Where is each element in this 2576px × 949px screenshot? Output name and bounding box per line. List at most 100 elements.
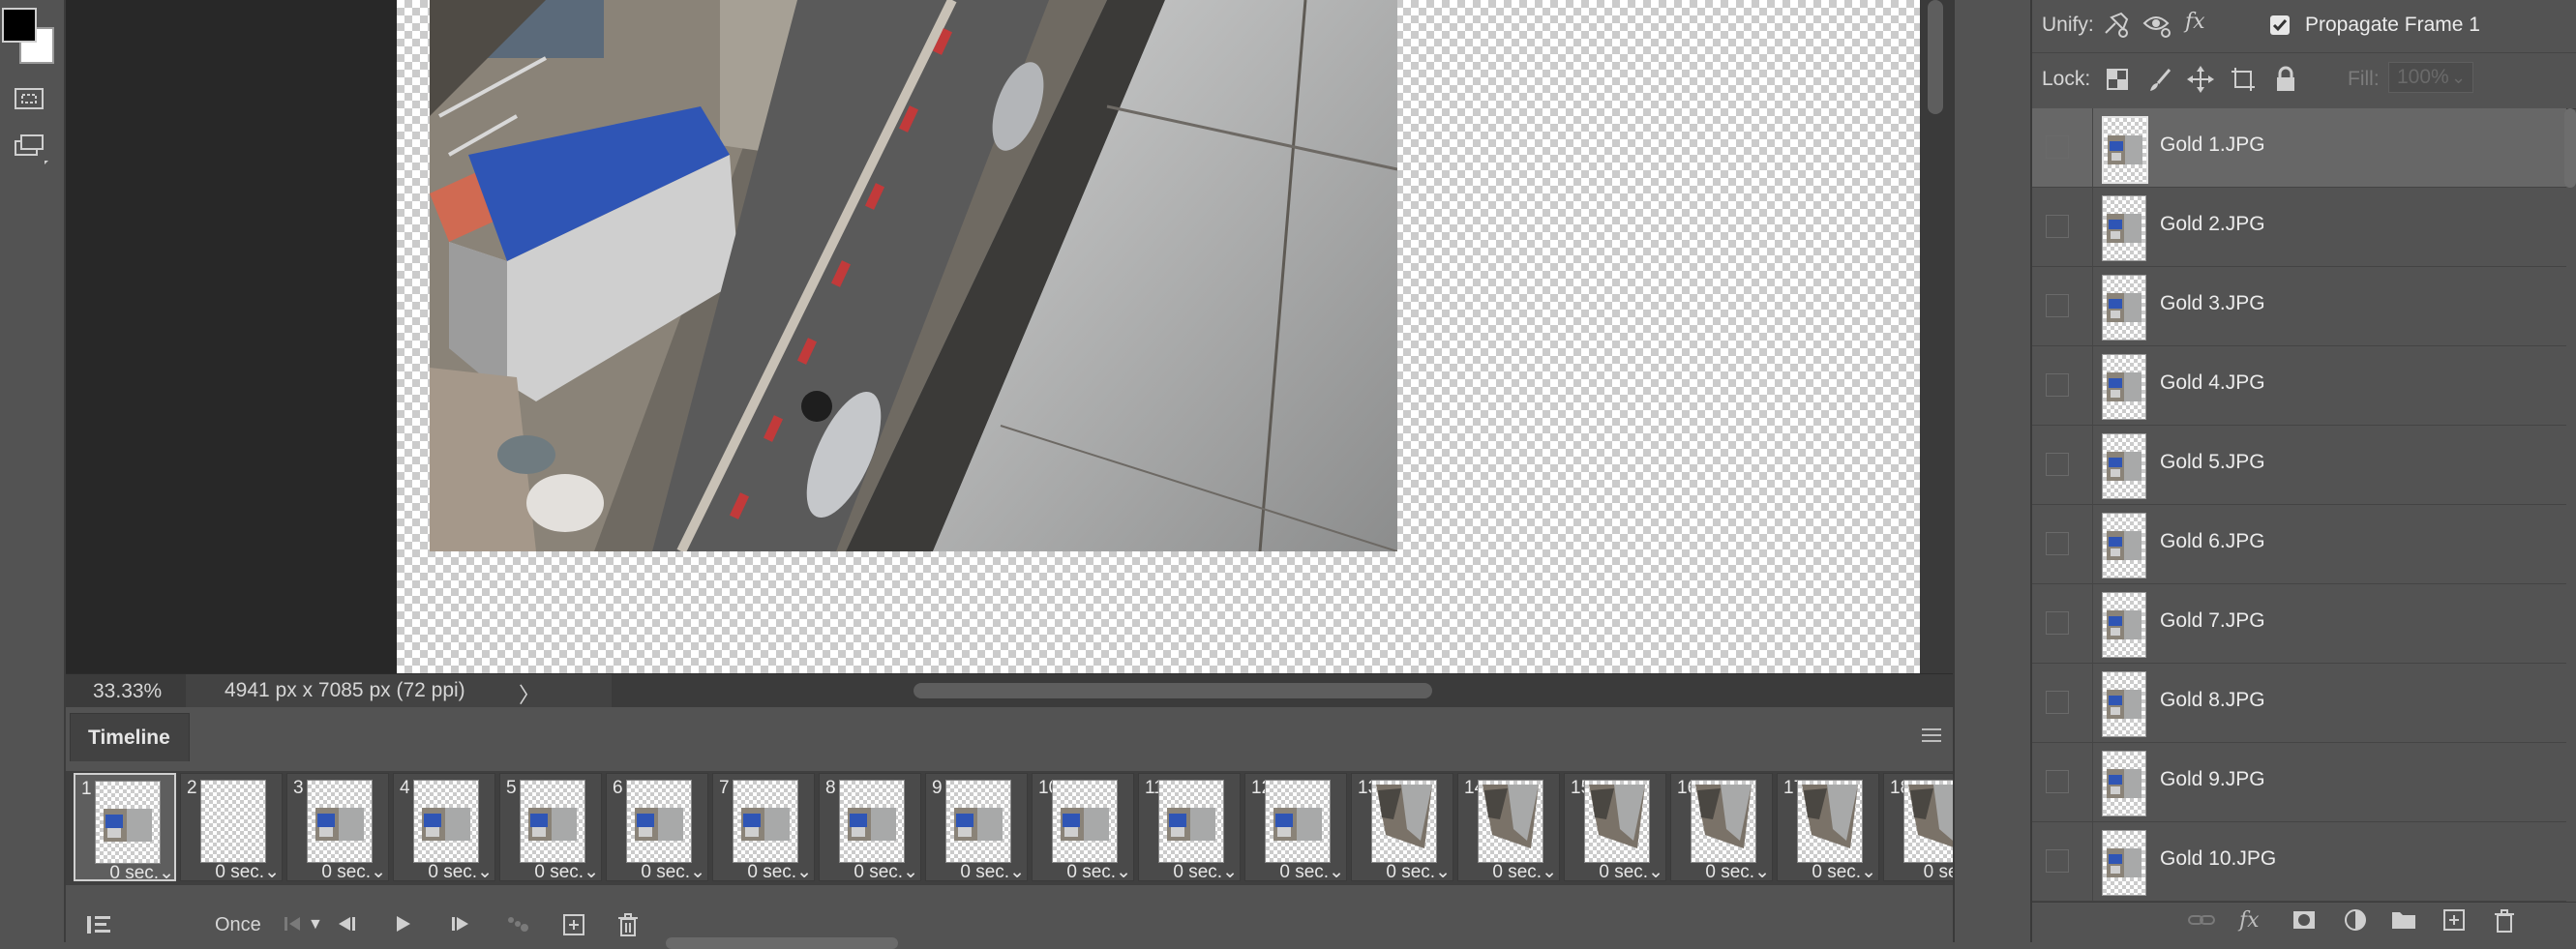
layer-name[interactable]: Gold 2.JPG bbox=[2160, 213, 2265, 236]
frame-delay-select[interactable]: 0 sec.⌄ bbox=[1458, 861, 1559, 883]
timeline-frame[interactable]: 12 0 sec.⌄ bbox=[1244, 773, 1347, 883]
panel-divider[interactable] bbox=[1953, 0, 2032, 942]
lock-artboard-icon[interactable] bbox=[2230, 66, 2257, 99]
layer-name[interactable]: Gold 9.JPG bbox=[2160, 768, 2265, 791]
layers-scroll-thumb[interactable] bbox=[2564, 108, 2576, 188]
timeline-frame[interactable]: 1 0 sec.⌄ bbox=[74, 773, 176, 884]
play-icon[interactable] bbox=[391, 912, 416, 941]
foreground-color-swatch[interactable] bbox=[2, 8, 37, 43]
frame-delay-select[interactable]: 0 sec.⌄ bbox=[1565, 861, 1665, 883]
timeline-frame[interactable]: 3 0 sec.⌄ bbox=[286, 773, 389, 883]
frame-delay-select[interactable]: 0 sec.⌄ bbox=[500, 861, 601, 883]
frame-delay-select[interactable]: 0 sec.⌄ bbox=[820, 861, 920, 883]
propagate-checkbox[interactable] bbox=[2270, 15, 2290, 35]
layer-name[interactable]: Gold 10.JPG bbox=[2160, 847, 2276, 871]
layer-visibility-toggle[interactable] bbox=[2046, 373, 2069, 397]
layer-style-icon[interactable]: fx bbox=[2239, 908, 2260, 933]
timeline-frame[interactable]: 2 0 sec.⌄ bbox=[180, 773, 283, 883]
tab-timeline[interactable]: Timeline bbox=[70, 713, 190, 761]
layer-visibility-toggle[interactable] bbox=[2046, 135, 2069, 159]
frame-delay-select[interactable]: 0 sec.⌄ bbox=[1139, 861, 1240, 883]
unify-style-icon[interactable]: fx bbox=[2185, 10, 2205, 34]
layer-name[interactable]: Gold 7.JPG bbox=[2160, 609, 2265, 633]
layer-thumbnail[interactable] bbox=[2102, 513, 2146, 578]
layer-thumbnail[interactable] bbox=[2102, 195, 2146, 261]
layer-thumbnail[interactable] bbox=[2102, 751, 2146, 816]
panel-menu-icon[interactable] bbox=[1922, 728, 1941, 746]
layer-thumbnail[interactable] bbox=[2102, 671, 2146, 737]
timeline-frame[interactable]: 10 0 sec.⌄ bbox=[1032, 773, 1134, 882]
timeline-frame[interactable]: 15 0 sec.⌄ bbox=[1564, 773, 1666, 883]
layer-row[interactable]: Gold 9.JPG bbox=[2032, 743, 2566, 822]
timeline-frame[interactable]: 9 0 sec.⌄ bbox=[925, 773, 1028, 883]
layer-name[interactable]: Gold 5.JPG bbox=[2160, 451, 2265, 474]
layer-visibility-toggle[interactable] bbox=[2046, 294, 2069, 317]
lock-image-pixels-icon[interactable] bbox=[2146, 66, 2173, 99]
timeline-frame[interactable]: 6 0 sec.⌄ bbox=[606, 773, 708, 882]
adjustment-layer-icon[interactable] bbox=[2344, 908, 2367, 937]
layer-thumbnail[interactable] bbox=[2102, 433, 2146, 499]
link-layers-icon[interactable] bbox=[2187, 908, 2216, 937]
timeline-frame[interactable]: 4 0 sec.⌄ bbox=[393, 773, 495, 883]
document-horizontal-scroll-thumb[interactable] bbox=[914, 683, 1432, 698]
quick-mask-icon[interactable] bbox=[14, 85, 45, 112]
frame-delay-select[interactable]: 0 sec.⌄ bbox=[926, 861, 1027, 883]
frame-delay-select[interactable]: 0 sec.⌄ bbox=[1778, 861, 1878, 883]
timeline-frame[interactable]: 5 0 sec.⌄ bbox=[499, 773, 602, 883]
layer-name[interactable]: Gold 3.JPG bbox=[2160, 292, 2265, 315]
layer-row[interactable]: Gold 6.JPG bbox=[2032, 505, 2566, 584]
frame-delay-select[interactable]: 0 sec.⌄ bbox=[713, 861, 814, 883]
layer-photo[interactable] bbox=[430, 0, 1397, 551]
layer-name[interactable]: Gold 1.JPG bbox=[2160, 133, 2265, 157]
unify-visibility-icon[interactable] bbox=[2142, 10, 2172, 44]
layer-thumbnail[interactable] bbox=[2102, 116, 2148, 184]
layer-row[interactable]: Gold 1.JPG bbox=[2032, 108, 2566, 188]
frame-delay-select[interactable]: 0 sec.⌄ bbox=[287, 861, 388, 883]
frame-delay-select[interactable]: 0 sec.⌄ bbox=[181, 861, 282, 883]
layer-name[interactable]: Gold 4.JPG bbox=[2160, 371, 2265, 395]
lock-all-icon[interactable] bbox=[2274, 66, 2297, 99]
timeline-frame[interactable]: 14 0 sec.⌄ bbox=[1457, 773, 1560, 883]
add-mask-icon[interactable] bbox=[2291, 908, 2317, 937]
layer-row[interactable]: Gold 4.JPG bbox=[2032, 346, 2566, 426]
delete-frame-icon[interactable] bbox=[615, 912, 641, 943]
frame-delay-select[interactable]: 0 sec.⌄ bbox=[394, 861, 494, 883]
next-frame-icon[interactable] bbox=[447, 912, 472, 941]
layer-visibility-toggle[interactable] bbox=[2046, 215, 2069, 238]
layer-row[interactable]: Gold 10.JPG bbox=[2032, 822, 2566, 902]
new-layer-icon[interactable] bbox=[2442, 908, 2466, 937]
timeline-frame[interactable]: 13 0 sec.⌄ bbox=[1351, 773, 1453, 883]
timeline-scroll-thumb[interactable] bbox=[666, 937, 898, 949]
frame-delay-select[interactable]: 0 sec.⌄ bbox=[1352, 861, 1453, 883]
layer-visibility-toggle[interactable] bbox=[2046, 849, 2069, 873]
previous-frame-icon[interactable] bbox=[335, 912, 360, 941]
timeline-frame[interactable]: 7 0 sec.⌄ bbox=[712, 773, 815, 883]
tween-icon[interactable] bbox=[505, 912, 532, 941]
delete-layer-icon[interactable] bbox=[2493, 908, 2516, 939]
frame-delay-select[interactable]: 0 sec.⌄ bbox=[1245, 861, 1346, 883]
lock-transparent-pixels-icon[interactable] bbox=[2106, 68, 2129, 97]
chevron-down-icon[interactable]: ⌄ bbox=[2451, 63, 2466, 92]
fill-input[interactable]: 100% ⌄ bbox=[2388, 62, 2473, 93]
first-frame-icon[interactable] bbox=[281, 912, 306, 941]
layer-visibility-toggle[interactable] bbox=[2046, 611, 2069, 635]
frame-delay-select[interactable]: 0 sec.⌄ bbox=[75, 862, 176, 884]
timeline-frame[interactable]: 16 0 sec.⌄ bbox=[1670, 773, 1773, 883]
layer-visibility-toggle[interactable] bbox=[2046, 691, 2069, 714]
status-menu-arrow-icon[interactable]: 〉 bbox=[519, 678, 540, 709]
layer-row[interactable]: Gold 3.JPG bbox=[2032, 267, 2566, 346]
screen-mode-icon[interactable] bbox=[14, 133, 48, 164]
unify-position-icon[interactable] bbox=[2102, 10, 2131, 44]
layer-thumbnail[interactable] bbox=[2102, 592, 2146, 658]
lock-position-icon[interactable] bbox=[2187, 66, 2214, 99]
frame-delay-select[interactable]: 0 sec.⌄ bbox=[1671, 861, 1772, 883]
layer-name[interactable]: Gold 8.JPG bbox=[2160, 689, 2265, 712]
layer-thumbnail[interactable] bbox=[2102, 830, 2146, 896]
layer-row[interactable]: Gold 7.JPG bbox=[2032, 584, 2566, 664]
layer-thumbnail[interactable] bbox=[2102, 354, 2146, 420]
new-group-icon[interactable] bbox=[2390, 908, 2417, 937]
layer-name[interactable]: Gold 6.JPG bbox=[2160, 530, 2265, 553]
layer-row[interactable]: Gold 2.JPG bbox=[2032, 188, 2566, 267]
convert-to-video-timeline-icon[interactable] bbox=[85, 912, 112, 943]
document-vertical-scroll-thumb[interactable] bbox=[1928, 0, 1943, 114]
